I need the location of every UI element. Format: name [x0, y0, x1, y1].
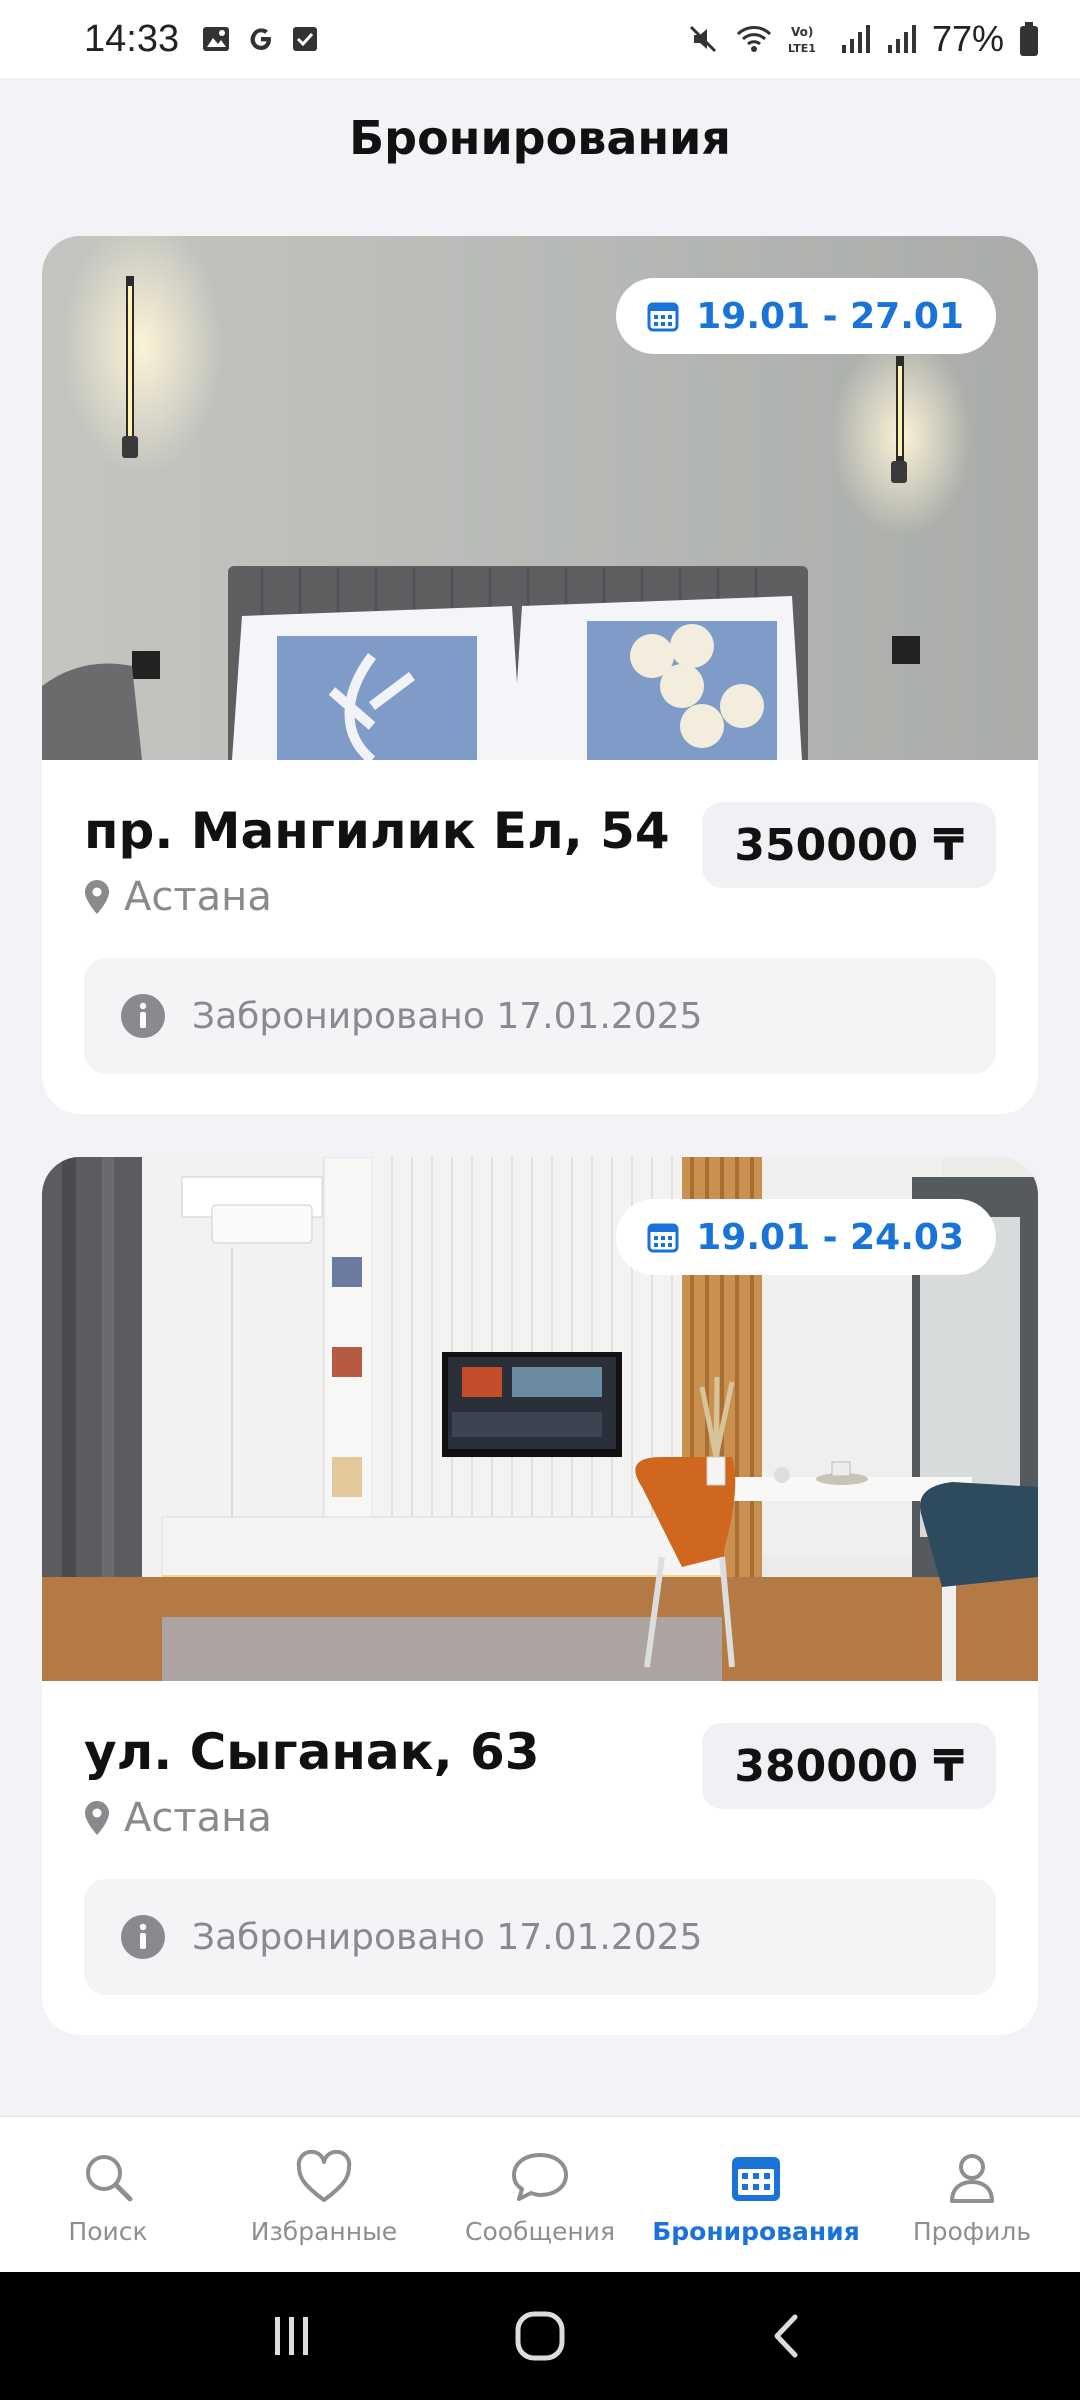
wifi-icon [734, 22, 774, 56]
person-icon [944, 2147, 1000, 2207]
nav-item-search[interactable]: Поиск [0, 2117, 216, 2272]
checkbox-icon [291, 25, 319, 53]
system-navigation-bar [0, 2272, 1080, 2400]
price-badge: 380000 ₸ [702, 1723, 996, 1809]
booking-card[interactable]: 19.01 - 27.01 пр. Мангилик Ел, 54 350000… [42, 236, 1038, 1114]
home-button[interactable] [512, 2308, 568, 2364]
city-label: Астана [124, 1795, 272, 1841]
mute-icon [686, 22, 720, 56]
nav-label: Поиск [68, 2217, 148, 2246]
date-range-badge: 19.01 - 24.03 [616, 1199, 996, 1275]
nav-label: Избранные [250, 2217, 398, 2246]
date-range-badge: 19.01 - 27.01 [616, 278, 996, 354]
listing-photo: 19.01 - 24.03 [42, 1157, 1038, 1681]
status-time: 14:33 [84, 17, 180, 60]
page-header: Бронирования [0, 78, 1080, 198]
chat-bubble-icon [510, 2147, 570, 2207]
gallery-icon [201, 24, 231, 54]
nav-label: Бронирования [652, 2217, 860, 2246]
battery-percent: 77% [931, 18, 1004, 59]
svg-text:LTE1: LTE1 [788, 42, 816, 55]
booking-status-text: Забронировано 17.01.2025 [192, 1916, 703, 1958]
status-right: Vo) LTE1 77% [686, 18, 1040, 60]
volte-icon: Vo) LTE1 [788, 22, 826, 56]
nav-item-messages[interactable]: Сообщения [432, 2117, 648, 2272]
back-button[interactable] [763, 2311, 813, 2361]
page-title: Бронирования [349, 111, 731, 165]
signal-icon [886, 23, 918, 55]
svg-text:Vo): Vo) [791, 25, 813, 39]
recent-apps-button[interactable] [267, 2311, 317, 2361]
info-icon [120, 993, 166, 1039]
date-range-text: 19.01 - 24.03 [696, 1216, 964, 1258]
listing-address: ул. Сыганак, 63 [84, 1723, 540, 1781]
booking-status-text: Забронировано 17.01.2025 [192, 995, 703, 1037]
calendar-icon [728, 2147, 784, 2207]
signal-icon [840, 23, 872, 55]
info-icon [120, 1914, 166, 1960]
booking-status-box: Забронировано 17.01.2025 [84, 1879, 996, 1995]
date-range-text: 19.01 - 27.01 [696, 295, 964, 337]
status-left: 14:33 [84, 18, 319, 61]
heart-icon [295, 2147, 353, 2207]
listing-address: пр. Мангилик Ел, 54 [84, 802, 670, 860]
google-icon [245, 23, 277, 55]
calendar-icon [646, 1220, 680, 1254]
search-icon [80, 2147, 136, 2207]
nav-item-favorites[interactable]: Избранные [216, 2117, 432, 2272]
nav-item-profile[interactable]: Профиль [864, 2117, 1080, 2272]
nav-item-bookings[interactable]: Бронирования [648, 2117, 864, 2272]
location-pin-icon [84, 1800, 110, 1836]
battery-icon [1018, 21, 1040, 57]
location-row: Астана [84, 874, 272, 920]
city-label: Астана [124, 874, 272, 920]
booking-card[interactable]: 19.01 - 24.03 ул. Сыганак, 63 380000 ₸ А… [42, 1157, 1038, 2035]
bottom-navigation: Поиск Избранные Сообщения Бронирования П… [0, 2116, 1080, 2272]
price-badge: 350000 ₸ [702, 802, 996, 888]
nav-label: Профиль [912, 2217, 1032, 2246]
listing-photo: 19.01 - 27.01 [42, 236, 1038, 760]
location-pin-icon [84, 879, 110, 915]
nav-label: Сообщения [464, 2217, 616, 2246]
location-row: Астана [84, 1795, 272, 1841]
booking-status-box: Забронировано 17.01.2025 [84, 958, 996, 1074]
calendar-icon [646, 299, 680, 333]
status-bar: 14:33 Vo) LTE1 77% [0, 0, 1080, 78]
